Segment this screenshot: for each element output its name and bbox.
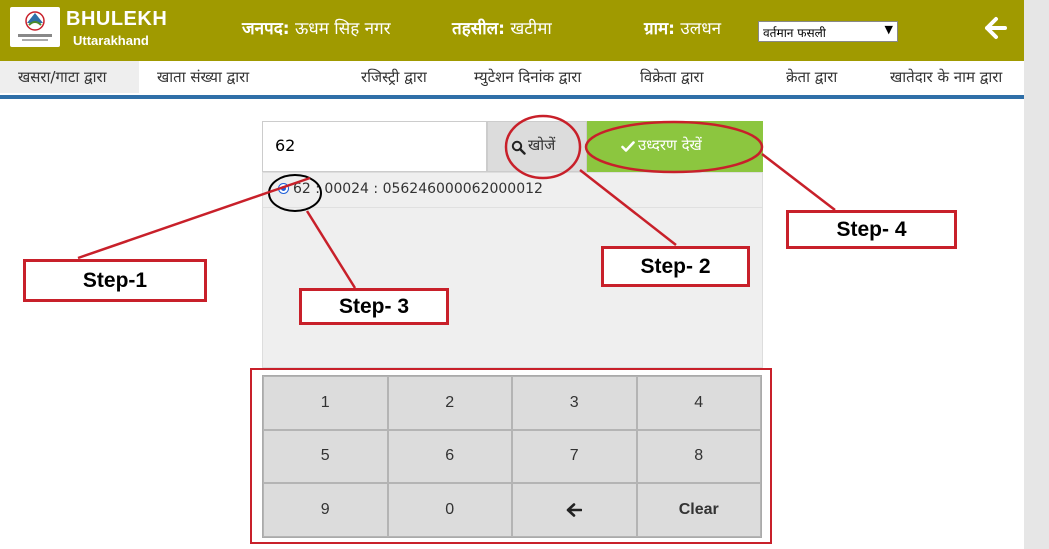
search-button-label: खोजें	[528, 136, 556, 154]
tab-mutation-date[interactable]: म्युटेशन दिनांक द्वारा	[474, 61, 581, 93]
season-select-value: वर्तमान फसली	[763, 26, 826, 40]
tab-khasra[interactable]: खसरा/गाटा द्वारा	[0, 61, 139, 93]
clear-key[interactable]: Clear	[636, 483, 761, 537]
tehsil-info: तहसील: खटीमा	[452, 16, 552, 39]
tab-label: विक्रेता द्वारा	[640, 68, 704, 86]
result-radio[interactable]	[278, 183, 289, 194]
district-info: जनपद: ऊधम सिह नगर	[242, 16, 391, 39]
step3-label: Step- 3	[299, 288, 449, 325]
tabs-underline	[0, 95, 1024, 99]
arrow-left-icon[interactable]	[983, 15, 1009, 41]
key-0[interactable]: 0	[387, 483, 512, 537]
village-value: उलधन	[680, 19, 722, 39]
key-9[interactable]: 9	[263, 483, 388, 537]
result-text: 62 : 00024 : 056246000062000012	[293, 181, 543, 197]
check-icon	[621, 141, 635, 152]
search-tabs: खसरा/गाटा द्वारा खाता संख्या द्वारा रजिस…	[0, 61, 1024, 95]
tab-buyer[interactable]: क्रेता द्वारा	[786, 61, 837, 93]
chevron-down-icon: ▼	[884, 23, 893, 36]
key-2[interactable]: 2	[387, 376, 512, 430]
search-icon	[511, 140, 526, 155]
tab-khata[interactable]: खाता संख्या द्वारा	[157, 61, 249, 93]
scrollbar-gutter	[1024, 0, 1049, 549]
tab-label: क्रेता द्वारा	[786, 68, 838, 86]
key-1[interactable]: 1	[263, 376, 388, 430]
uttarakhand-logo	[10, 7, 60, 47]
season-select[interactable]: वर्तमान फसली ▼	[758, 21, 898, 42]
brand-subtitle: Uttarakhand	[73, 33, 149, 48]
arrow-left-icon	[566, 503, 583, 517]
backspace-key[interactable]	[512, 483, 637, 537]
tab-label: म्युटेशन दिनांक द्वारा	[474, 68, 582, 86]
key-7[interactable]: 7	[512, 429, 637, 484]
result-item[interactable]: 62 : 00024 : 056246000062000012	[263, 173, 762, 208]
search-input-value: 62	[275, 136, 296, 155]
view-button-label: उध्दरण देखें	[638, 136, 702, 154]
view-record-button[interactable]: उध्दरण देखें	[587, 121, 763, 172]
numeric-keypad: 1 2 3 4 5 6 7 8 9 0 Clear	[262, 375, 762, 538]
search-button[interactable]: खोजें	[487, 121, 587, 172]
step1-label: Step-1	[23, 259, 207, 302]
tab-registry[interactable]: रजिस्ट्री द्वारा	[361, 61, 427, 93]
tehsil-value: खटीमा	[510, 19, 552, 39]
tab-label: खातेदार के नाम द्वारा	[890, 68, 1003, 86]
tab-label: खसरा/गाटा द्वारा	[18, 68, 107, 86]
khasra-search-input[interactable]: 62	[262, 121, 487, 172]
key-8[interactable]: 8	[636, 429, 761, 484]
village-label: ग्राम:	[644, 19, 675, 39]
key-6[interactable]: 6	[387, 429, 512, 484]
district-label: जनपद:	[242, 19, 290, 39]
tab-seller[interactable]: विक्रेता द्वारा	[640, 61, 703, 93]
key-5[interactable]: 5	[263, 429, 388, 484]
tab-owner-name[interactable]: खातेदार के नाम द्वारा	[890, 61, 1002, 93]
district-value: ऊधम सिह नगर	[294, 19, 391, 39]
tehsil-label: तहसील:	[452, 19, 505, 39]
step4-label: Step- 4	[786, 210, 957, 249]
village-info: ग्राम: उलधन	[644, 16, 721, 39]
tab-label: खाता संख्या द्वारा	[157, 68, 250, 86]
top-header: BHULEKH Uttarakhand जनपद: ऊधम सिह नगर तह…	[0, 0, 1024, 61]
key-3[interactable]: 3	[512, 376, 637, 430]
step2-label: Step- 2	[601, 246, 750, 287]
tab-label: रजिस्ट्री द्वारा	[361, 68, 427, 86]
key-4[interactable]: 4	[636, 376, 761, 430]
brand-title: BHULEKH	[66, 8, 168, 30]
